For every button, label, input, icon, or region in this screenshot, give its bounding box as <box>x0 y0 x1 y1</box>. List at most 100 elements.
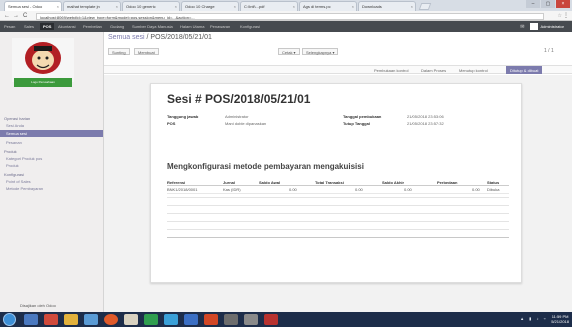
chrome-icon[interactable] <box>104 314 118 325</box>
start-button-icon[interactable] <box>3 313 16 326</box>
table-cell: 0.00 <box>355 187 363 192</box>
table-header: Referensi Jurnal Saldo Awal Total Transa… <box>167 179 509 186</box>
browser-tab[interactable]: malhat template jn × <box>63 1 121 11</box>
menu-item[interactable]: Penawaran <box>210 24 230 29</box>
tab-title: Downloads <box>362 4 382 9</box>
menu-item[interactable]: Pembelian <box>83 24 102 29</box>
menu-item[interactable]: Gudang <box>110 24 124 29</box>
tab-title: Odoo 10 Charge <box>185 4 215 9</box>
minimize-icon[interactable]: – <box>526 0 540 8</box>
url-input[interactable]: localhost:8069/web#id=1&view_type=form&m… <box>36 13 544 20</box>
app-icon[interactable] <box>264 314 278 325</box>
column-header[interactable]: Perbedaan <box>437 180 457 185</box>
stage[interactable]: Pembukaan kontrol <box>374 68 408 73</box>
table-footer-line <box>167 237 509 238</box>
app-icon[interactable] <box>144 314 158 325</box>
browser-tab[interactable]: Semua sesi - Odoo × <box>4 1 62 11</box>
app-icon[interactable] <box>44 314 58 325</box>
explorer-icon[interactable] <box>24 314 38 325</box>
stage[interactable]: Menutup kontrol <box>459 68 488 73</box>
column-header[interactable]: Total Transaksi <box>315 180 344 185</box>
close-icon[interactable]: × <box>411 4 413 9</box>
menu-item[interactable]: Sumber Daya Manusia <box>132 24 173 29</box>
browser-tab[interactable]: C:\Intl\...pdf × <box>240 1 298 11</box>
menu-item[interactable]: Konfigurasi <box>240 24 260 29</box>
sidebar-item-pesanan[interactable]: Pesanan <box>6 140 22 145</box>
app-top-menu: Pesan Sales POS Akuntansi Pembelian Guda… <box>0 21 572 32</box>
app-icon[interactable] <box>124 314 138 325</box>
responsible-value[interactable]: Administrator <box>225 114 249 119</box>
create-button[interactable]: Membuat <box>134 48 159 55</box>
column-header[interactable]: Jurnal <box>223 180 235 185</box>
table-row[interactable]: BNK1/2018/0001 Kas (IDR) 0.00 0.00 0.00 … <box>167 186 509 194</box>
folder-icon[interactable] <box>64 314 78 325</box>
powerpoint-icon[interactable] <box>204 314 218 325</box>
close-icon[interactable]: × <box>234 4 236 9</box>
bookmark-star-icon[interactable]: ☆ <box>558 13 562 19</box>
user-menu[interactable]: Administrator <box>540 24 564 29</box>
print-dropdown[interactable]: Cetak ▾ <box>278 48 300 55</box>
column-header[interactable]: Saldo Akhir <box>382 180 404 185</box>
menu-item[interactable]: Pesan <box>4 24 15 29</box>
company-logo-image <box>25 42 61 74</box>
close-date-label: Tutup Tanggal <box>343 121 370 126</box>
avatar[interactable] <box>530 23 539 30</box>
stage-active[interactable]: Ditutup & dibuat <box>506 66 543 74</box>
table-cell: BNK1/2018/0001 <box>167 187 198 192</box>
tab-title: Odoo 10 generic <box>126 4 156 9</box>
word-icon[interactable] <box>184 314 198 325</box>
browser-tab[interactable]: Odoo 10 Charge × <box>181 1 239 11</box>
maximize-icon[interactable]: ▢ <box>541 0 555 8</box>
sidebar-item-semua-sesi[interactable]: Semua sesi <box>0 130 103 137</box>
breadcrumb-parent[interactable]: Semua sesi <box>108 34 145 41</box>
browser-tab[interactable]: Odoo 10 generic × <box>122 1 180 11</box>
powered-by[interactable]: Disajikan oleh Odoo <box>20 303 56 308</box>
column-header[interactable]: Saldo Awal <box>259 180 280 185</box>
app-icon[interactable] <box>84 314 98 325</box>
app-icon[interactable] <box>244 314 258 325</box>
column-header[interactable]: Status <box>487 180 499 185</box>
open-date-label: Tanggal pembukaan <box>343 114 382 119</box>
pager[interactable]: 1 / 1 <box>544 48 554 54</box>
app-icon[interactable] <box>224 314 238 325</box>
back-icon[interactable]: ← <box>4 13 10 19</box>
menu-item-pos[interactable]: POS <box>40 23 55 30</box>
new-tab-button[interactable] <box>418 3 432 10</box>
logo-banner: Logo Perusahaan <box>14 78 72 87</box>
more-dropdown[interactable]: Selengkapnya ▾ <box>302 48 339 55</box>
close-date-value: 21/05/2018 23:57:32 <box>407 121 444 126</box>
clock-date: 5/21/2018 <box>551 319 569 324</box>
browser-tab[interactable]: Ags di terms.pc × <box>299 1 357 11</box>
empty-row <box>167 205 509 206</box>
table-cell: 0.00 <box>404 187 412 192</box>
sidebar-heading: Konfigurasi <box>4 172 25 177</box>
open-date-value: 21/05/2018 23:53:06 <box>407 114 444 119</box>
menu-item[interactable]: Halam Utama <box>180 24 204 29</box>
app-icon[interactable] <box>164 314 178 325</box>
edit-button[interactable]: Sunting <box>108 48 130 55</box>
column-header[interactable]: Referensi <box>167 180 185 185</box>
sidebar-item-point-of-sales[interactable]: Point of Sales <box>6 179 31 184</box>
responsible-label: Tanggung jawab <box>167 114 199 119</box>
close-icon[interactable]: × <box>293 4 295 9</box>
browser-menu-icon[interactable]: ⋮ <box>563 12 569 19</box>
browser-tab[interactable]: Downloads × <box>358 1 416 11</box>
system-tray[interactable]: ▲ ▮ ♪ ⌁ <box>520 316 548 321</box>
clock[interactable]: 11:59 PM 5/21/2018 <box>551 314 569 324</box>
sidebar-item-produk[interactable]: Produk <box>6 163 19 168</box>
close-icon[interactable]: × <box>116 4 118 9</box>
close-icon[interactable]: × <box>352 4 354 9</box>
window-close-icon[interactable]: × <box>556 0 570 8</box>
chat-icon[interactable]: ✉ <box>520 24 524 30</box>
pos-value[interactable]: Mani doble dipanaskan <box>225 121 266 126</box>
sidebar-item-sesi-anda[interactable]: Sesi Anda <box>6 123 24 128</box>
sidebar-item-kategori-produk[interactable]: Kategori Produk pos <box>6 156 42 161</box>
menu-item[interactable]: Sales <box>24 24 34 29</box>
forward-icon[interactable]: → <box>13 13 19 19</box>
stage[interactable]: Dalam Proses <box>421 68 446 73</box>
close-icon[interactable]: × <box>57 4 59 9</box>
menu-item[interactable]: Akuntansi <box>58 24 76 29</box>
sidebar-item-metode-pembayaran[interactable]: Metode Pembayaran <box>6 186 43 191</box>
close-icon[interactable]: × <box>175 4 177 9</box>
reload-icon[interactable]: C <box>23 13 27 19</box>
